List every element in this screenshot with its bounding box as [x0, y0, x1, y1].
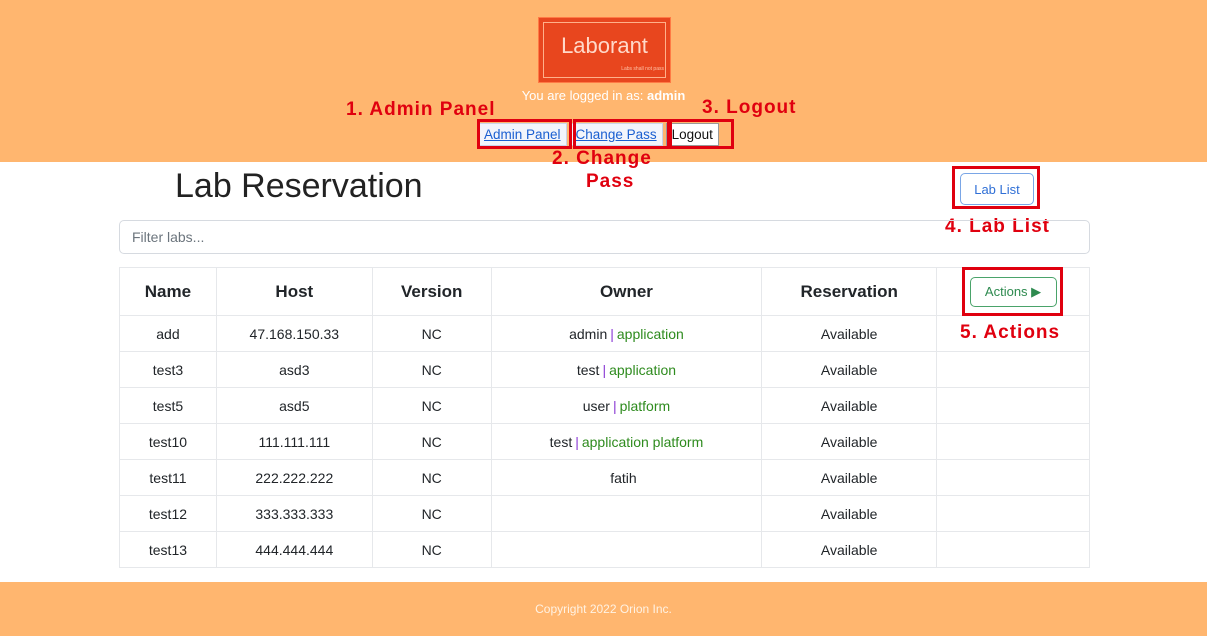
annotation-box-change-pass	[573, 119, 670, 149]
cell-version: NC	[371, 315, 492, 352]
page-title: Lab Reservation	[175, 167, 423, 205]
cell-name: test12	[119, 495, 217, 532]
column-header-owner: Owner	[490, 267, 763, 316]
cell-reservation: Available	[761, 459, 938, 496]
logged-in-status: You are logged in as: admin	[0, 88, 1207, 104]
cell-owner	[490, 495, 763, 532]
table-row: test13 444.444.444 NC Available	[119, 531, 1090, 568]
cell-host: 111.111.111	[215, 423, 373, 460]
cell-actions	[936, 387, 1090, 424]
cell-reservation: Available	[761, 495, 938, 532]
cell-host: asd3	[215, 351, 373, 388]
table-row: add 47.168.150.33 NC admin | application A…	[119, 315, 1090, 352]
table-row: test12 333.333.333 NC Available	[119, 495, 1090, 532]
owner-separator: |	[602, 361, 607, 378]
owner-separator: |	[610, 325, 614, 342]
cell-reservation: Available	[761, 423, 938, 460]
annotation-admin-panel: 1. Admin Panel	[346, 99, 496, 120]
cell-actions	[936, 351, 1090, 388]
annotation-logout: 3. Logout	[702, 97, 797, 118]
annotation-change-pass-line1: 2. Change	[552, 148, 652, 169]
cell-version: NC	[371, 495, 492, 532]
owner-name: admin	[569, 325, 608, 342]
column-header-host: Host	[215, 267, 373, 316]
cell-reservation: Available	[761, 315, 938, 352]
owner-tags: application	[609, 361, 677, 378]
cell-version: NC	[371, 387, 492, 424]
table-row: test10 111.111.111 NC test | application p…	[119, 423, 1090, 460]
owner-name: user	[582, 397, 610, 414]
cell-owner: admin | application	[490, 315, 763, 352]
cell-host: asd5	[215, 387, 373, 424]
cell-version: NC	[371, 351, 492, 388]
laborant-logo[interactable]: Laborant Labs shall not pass	[538, 17, 671, 83]
cell-owner: test | application platform	[490, 423, 763, 460]
logged-in-prefix: You are logged in as:	[521, 88, 644, 103]
filter-labs-input[interactable]: Filter labs...	[119, 220, 1090, 254]
owner-name: test	[549, 433, 573, 450]
cell-host: 333.333.333	[215, 495, 373, 532]
owner-tags: application platform	[581, 433, 704, 450]
cell-reservation: Available	[761, 351, 938, 388]
logo-subtitle: Labs shall not pass	[621, 66, 664, 72]
cell-version: NC	[371, 423, 492, 460]
cell-actions	[936, 423, 1090, 460]
owner-name: fatih	[610, 469, 637, 486]
cell-actions	[936, 459, 1090, 496]
table-row: test11 222.222.222 NC fatih Available	[119, 459, 1090, 496]
cell-reservation: Available	[761, 387, 938, 424]
table-header-row: Name Host Version Owner Reservation Acti…	[119, 267, 1090, 316]
cell-name: test11	[119, 459, 217, 496]
column-header-version: Version	[371, 267, 492, 316]
owner-separator: |	[575, 433, 579, 450]
cell-name: test13	[119, 531, 217, 568]
annotation-change-pass-line2: Pass	[586, 171, 635, 192]
annotation-box-actions	[962, 267, 1063, 316]
logged-in-username: admin	[647, 88, 686, 103]
cell-host: 222.222.222	[215, 459, 373, 496]
owner-tags: application	[616, 325, 684, 342]
cell-owner: test | application	[490, 351, 763, 388]
page-footer: Copyright 2022 Orion Inc.	[0, 582, 1207, 636]
cell-actions	[936, 531, 1090, 568]
column-header-name: Name	[119, 267, 217, 316]
cell-host: 47.168.150.33	[215, 315, 373, 352]
owner-tags: platform	[619, 397, 671, 414]
labs-table: Name Host Version Owner Reservation Acti…	[119, 267, 1090, 568]
cell-host: 444.444.444	[215, 531, 373, 568]
cell-owner: user | platform	[490, 387, 763, 424]
lab-list-button[interactable]: Lab List	[960, 173, 1034, 205]
table-row: test3 asd3 NC test | application Available	[119, 351, 1090, 388]
cell-name: add	[119, 315, 217, 352]
cell-name: test3	[119, 351, 217, 388]
annotation-box-logout	[669, 119, 734, 149]
footer-copyright: Copyright 2022 Orion Inc.	[535, 602, 672, 616]
logo-title: Laborant	[561, 33, 648, 58]
owner-name: test	[576, 361, 600, 378]
cell-reservation: Available	[761, 531, 938, 568]
table-row: test5 asd5 NC user | platform Available	[119, 387, 1090, 424]
cell-name: test10	[119, 423, 217, 460]
annotation-actions: 5. Actions	[960, 322, 1061, 343]
column-header-reservation: Reservation	[761, 267, 938, 316]
annotation-box-admin-panel	[477, 119, 572, 149]
cell-owner: fatih	[490, 459, 763, 496]
owner-separator: |	[612, 397, 617, 414]
cell-version: NC	[371, 459, 492, 496]
cell-owner	[490, 531, 763, 568]
cell-name: test5	[119, 387, 217, 424]
cell-actions	[936, 495, 1090, 532]
cell-version: NC	[371, 531, 492, 568]
